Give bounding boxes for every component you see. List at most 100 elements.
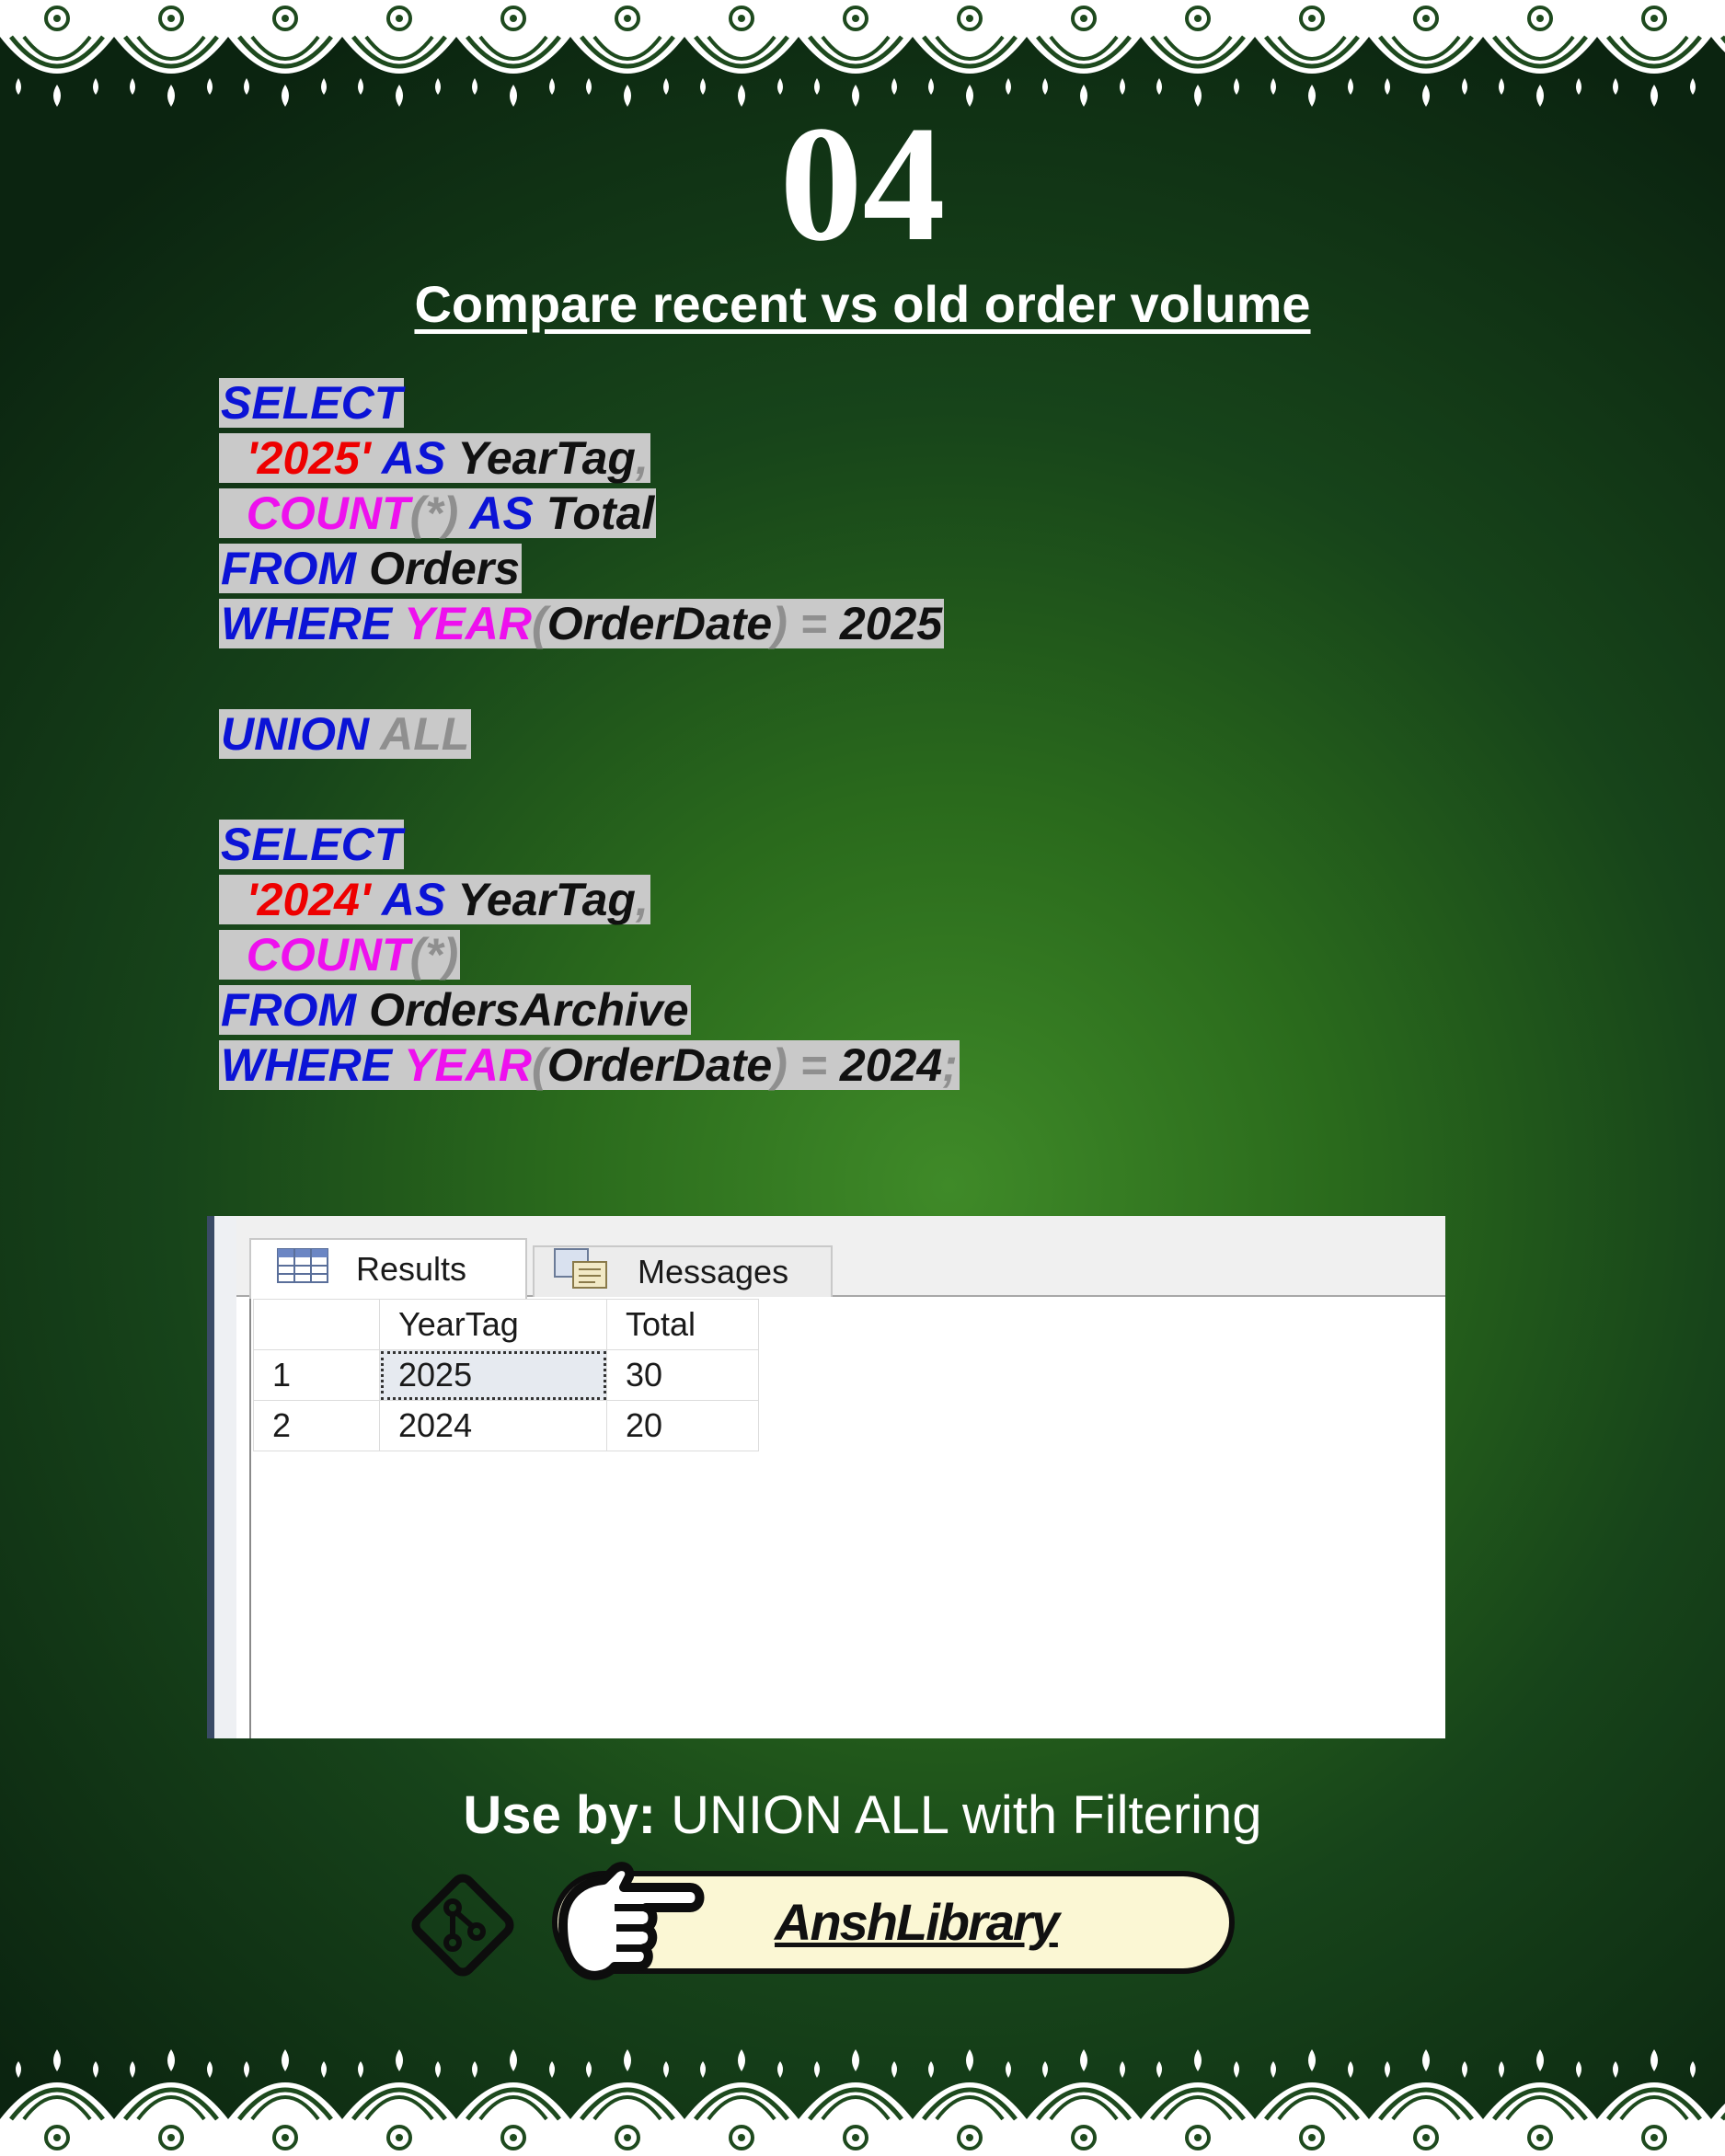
cell-yeartag[interactable]: 2025 [379,1349,607,1401]
code-token: Orders [369,543,521,594]
code-line: '2024' AS YearTag, [219,872,960,927]
code-line-highlight: SELECT [219,377,405,429]
tab-results-label: Results [356,1250,467,1288]
code-line-highlight: COUNT(*) [219,929,461,981]
code-token: AS [381,432,446,484]
code-token: YEAR [404,598,533,649]
code-line-highlight: UNION ALL [219,708,472,760]
table-row: 1 2025 30 [253,1349,759,1401]
code-line: FROM OrdersArchive [219,982,960,1038]
code-line-highlight: FROM Orders [219,543,523,594]
use-by-value: UNION ALL with Filtering [671,1785,1262,1845]
code-token: FROM [221,984,357,1036]
table-row: 2 2024 20 [253,1400,759,1451]
results-panel-gutter [214,1216,236,1738]
code-line: WHERE YEAR(OrderDate) = 2024; [219,1038,960,1093]
brand-label[interactable]: AnshLibrary [775,1876,1060,1968]
code-token: ALL [380,708,470,760]
git-diamond-icon [411,1874,514,1977]
code-token: Total [546,487,655,539]
tab-results[interactable]: Results [249,1238,527,1299]
code-token: WHERE [221,1039,393,1091]
code-line: COUNT(*) [219,927,960,982]
grid-table-icon [277,1247,328,1291]
code-line-highlight: COUNT(*) AS Total [219,487,657,539]
code-token: YearTag [457,874,636,925]
code-line-highlight: '2025' AS YearTag, [219,433,650,483]
sql-code-block: SELECT '2025' AS YearTag, COUNT(*) AS To… [219,375,960,1093]
column-header-yeartag[interactable]: YearTag [379,1299,607,1350]
code-token: ( [532,598,547,649]
results-table: YearTag Total 1 2025 30 2 2024 20 [253,1299,759,1451]
row-number[interactable]: 1 [253,1349,380,1401]
slide-title: Compare recent vs old order volume [414,275,1311,333]
messages-icon [553,1247,610,1298]
code-token: ) [772,1039,788,1091]
code-token: ( [532,1039,547,1091]
code-token: SELECT [221,377,403,429]
code-token: OrdersArchive [369,984,689,1036]
row-number-header [253,1299,380,1350]
slide-number: 04 [779,92,946,275]
table-header-row: YearTag Total [253,1299,759,1350]
code-token: ; [942,1039,958,1091]
code-line: '2025' AS YearTag, [219,430,960,486]
results-grid: YearTag Total 1 2025 30 2 2024 20 [249,1299,1445,1738]
code-token: (*) [409,487,459,539]
code-line: SELECT [219,375,960,430]
cell-total[interactable]: 30 [606,1349,759,1401]
code-token: OrderDate [546,1039,773,1091]
code-token: OrderDate [546,598,773,649]
code-token: , [635,432,649,484]
use-by-caption: Use by: UNION ALL with Filtering [0,1784,1725,1846]
code-line: COUNT(*) AS Total [219,486,960,541]
decorative-border-bottom [0,2041,1725,2156]
results-tab-strip: Results Messages [236,1216,1445,1299]
code-token: WHERE [221,598,393,649]
code-token: YearTag [457,432,636,484]
code-line-highlight: '2024' AS YearTag, [219,875,650,924]
code-token: ) [772,598,788,649]
column-header-total[interactable]: Total [606,1299,759,1350]
cell-total[interactable]: 20 [606,1400,759,1451]
use-by-label: Use by: [463,1785,656,1845]
code-line-highlight: WHERE YEAR(OrderDate) = 2024; [219,1040,960,1090]
code-token: YEAR [404,1039,533,1091]
code-token: COUNT [246,929,410,981]
code-token: AS [381,874,446,925]
code-line-highlight: FROM OrdersArchive [219,985,691,1035]
code-token: 2024 [839,1039,943,1091]
code-line: WHERE YEAR(OrderDate) = 2025 [219,596,960,651]
tab-messages[interactable]: Messages [533,1245,833,1297]
code-token: , [635,874,649,925]
code-token: AS [469,487,534,539]
cell-yeartag[interactable]: 2024 [379,1400,607,1451]
code-token: (*) [409,929,459,981]
pointing-hand-icon [558,1862,705,1980]
code-token: = [799,598,827,649]
code-line: FROM Orders [219,541,960,596]
tab-messages-label: Messages [638,1253,789,1290]
code-token: COUNT [246,487,410,539]
row-number[interactable]: 2 [253,1400,380,1451]
code-token: SELECT [221,819,403,870]
code-token: FROM [221,543,357,594]
